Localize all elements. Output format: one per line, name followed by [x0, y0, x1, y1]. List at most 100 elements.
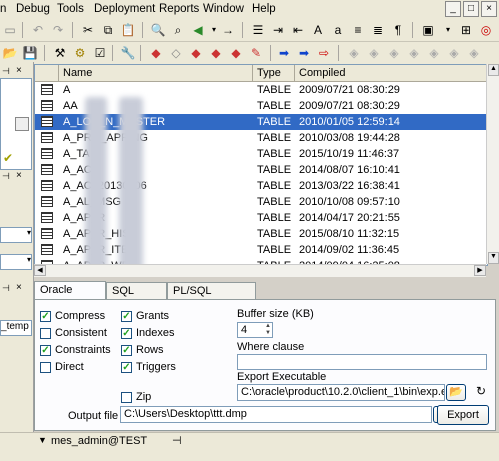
step-out-icon[interactable]: ✎ — [248, 45, 264, 61]
rows-checkbox[interactable]: ✓ — [121, 345, 132, 356]
connection-label[interactable]: mes_admin@TEST — [51, 435, 147, 447]
debug-stop-icon[interactable]: ◇ — [168, 45, 184, 61]
header-compiled[interactable]: Compiled — [295, 65, 487, 81]
header-name[interactable]: Name — [59, 65, 253, 81]
uncomment-icon[interactable]: ≣ — [370, 22, 386, 38]
menu-debug[interactable]: Debug — [16, 3, 50, 15]
menu-reports[interactable]: Reports — [159, 3, 199, 15]
dbms-icon[interactable]: ◈ — [426, 45, 442, 61]
scroll-left-icon[interactable]: ◀ — [34, 265, 46, 276]
page-icon[interactable]: ▭ — [2, 22, 18, 38]
cell-type: TABLE — [257, 148, 292, 160]
stack-icon[interactable]: ◈ — [386, 45, 402, 61]
export-executable-input[interactable]: C:\oracle\product\10.2.0\client_1\bin\ex… — [237, 384, 445, 401]
menu-tools[interactable]: Tools — [57, 3, 84, 15]
left-list[interactable]: ✔ — [0, 78, 32, 170]
grid-vertical-scrollbar[interactable]: ▲ ▼ — [486, 64, 499, 264]
minimize-button[interactable]: _ — [445, 1, 461, 17]
close-panel-icon-3[interactable]: × — [16, 282, 22, 293]
tools-icon[interactable]: ⚒ — [52, 45, 68, 61]
scroll-thumb[interactable] — [15, 117, 29, 131]
watch-icon[interactable]: ◈ — [346, 45, 362, 61]
grants-checkbox[interactable]: ✓ — [121, 311, 132, 322]
check-icon[interactable]: ☑ — [92, 45, 108, 61]
temp-field[interactable]: _temp — [0, 320, 32, 336]
oracle-icon[interactable]: ◎ — [478, 22, 494, 38]
comment-icon[interactable]: ≡ — [350, 22, 366, 38]
close-panel-icon-2[interactable]: × — [16, 170, 22, 181]
cut-icon[interactable]: ✂ — [80, 22, 96, 38]
template-icon[interactable]: ☰ — [250, 22, 266, 38]
scroll-up-icon[interactable]: ▲ — [488, 64, 499, 76]
menu-file-partial[interactable]: n — [0, 3, 6, 15]
grid-horizontal-scrollbar[interactable]: ◀ ▶ — [34, 264, 486, 277]
dropdown-icon-2[interactable]: ▾ — [440, 22, 456, 38]
close-panel-icon[interactable]: × — [16, 65, 22, 76]
direct-checkbox[interactable] — [40, 362, 51, 373]
go-back-icon[interactable]: ◀ — [190, 22, 206, 38]
redo-icon[interactable]: ↷ — [50, 22, 66, 38]
run-to-icon[interactable]: ➡ — [276, 45, 292, 61]
compile-icon[interactable]: ⚙ — [72, 45, 88, 61]
windows-icon[interactable]: ▣ — [420, 22, 436, 38]
consistent-checkbox[interactable] — [40, 328, 51, 339]
scroll-right-icon[interactable]: ▶ — [474, 265, 486, 276]
undo-icon[interactable]: ↶ — [30, 22, 46, 38]
indent-icon[interactable]: ⇥ — [270, 22, 286, 38]
pin-icon-3[interactable]: ⊣ — [2, 283, 10, 294]
tab-oracle-export[interactable]: Oracle Export — [34, 281, 106, 313]
left-select-1[interactable]: ▾ — [0, 227, 32, 243]
where-clause-input[interactable] — [237, 354, 487, 370]
menu-help[interactable]: Help — [252, 3, 276, 15]
header-type[interactable]: Type — [253, 65, 295, 81]
compress-checkbox[interactable]: ✓ — [40, 311, 51, 322]
session-icon[interactable]: ⊞ — [458, 22, 474, 38]
find-replace-icon[interactable]: ⌕ — [170, 22, 186, 38]
pin-icon-2[interactable]: ⊣ — [2, 171, 10, 182]
refresh-icon[interactable]: ↻ — [476, 384, 486, 398]
tab-sql-inserts[interactable]: SQL Inserts — [106, 282, 167, 314]
save-icon[interactable]: 💾 — [22, 45, 38, 61]
indexes-checkbox[interactable]: ✓ — [121, 328, 132, 339]
step-into-icon[interactable]: ◆ — [208, 45, 224, 61]
paste-icon[interactable]: 📋 — [120, 22, 136, 38]
step-over-icon[interactable]: ◆ — [228, 45, 244, 61]
menu-window[interactable]: Window — [203, 3, 244, 15]
uppercase-icon[interactable]: A — [310, 22, 326, 38]
export-button[interactable]: Export — [437, 405, 489, 425]
out-icon[interactable]: ◈ — [406, 45, 422, 61]
profiler-icon[interactable]: ◈ — [446, 45, 462, 61]
left-select-2[interactable]: ▾ — [0, 254, 32, 270]
run-icon[interactable]: ➡ — [296, 45, 312, 61]
pin-status-icon[interactable]: ⊣ — [172, 434, 182, 447]
find-icon[interactable]: 🔍 — [150, 22, 166, 38]
trace-icon[interactable]: ◈ — [466, 45, 482, 61]
close-button[interactable]: × — [481, 1, 497, 17]
breakpoint-icon[interactable]: ◆ — [188, 45, 204, 61]
format-icon[interactable]: ¶ — [390, 22, 406, 38]
browse-exe-icon[interactable]: 📂 — [446, 384, 466, 401]
restore-button[interactable]: □ — [463, 1, 479, 17]
triggers-checkbox[interactable]: ✓ — [121, 362, 132, 373]
pin-icon[interactable]: ⊣ — [2, 66, 10, 77]
table-row[interactable]: A TABLE 2009/07/21 08:30:29 — [35, 82, 487, 98]
unindent-icon[interactable]: ⇤ — [290, 22, 306, 38]
var-icon[interactable]: ◈ — [366, 45, 382, 61]
cell-type: TABLE — [257, 100, 292, 112]
object-grid[interactable]: Name Type Compiled A TABLE 2009/07/21 08:3… — [34, 64, 488, 266]
wrench-icon[interactable]: 🔧 — [120, 45, 136, 61]
zip-checkbox[interactable] — [121, 392, 132, 403]
buffer-size-input[interactable]: 4 ▲ ▼ — [237, 322, 273, 338]
menu-deployment[interactable]: Deployment — [94, 3, 155, 15]
open-icon[interactable]: 📂 — [2, 45, 18, 61]
output-file-input[interactable]: C:\Users\Desktop\ttt.dmp — [120, 406, 432, 423]
scroll-down-icon[interactable]: ▼ — [488, 252, 499, 264]
debug-start-icon[interactable]: ◆ — [148, 45, 164, 61]
connection-dropdown-icon[interactable]: ▼ — [38, 435, 47, 445]
goto-icon[interactable]: → — [220, 22, 236, 38]
lowercase-icon[interactable]: a — [330, 22, 346, 38]
exception-icon[interactable]: ⇨ — [316, 45, 332, 61]
tab-plsql-developer[interactable]: PL/SQL Developer — [167, 282, 256, 314]
constraints-checkbox[interactable]: ✓ — [40, 345, 51, 356]
copy-icon[interactable]: ⧉ — [100, 22, 116, 38]
